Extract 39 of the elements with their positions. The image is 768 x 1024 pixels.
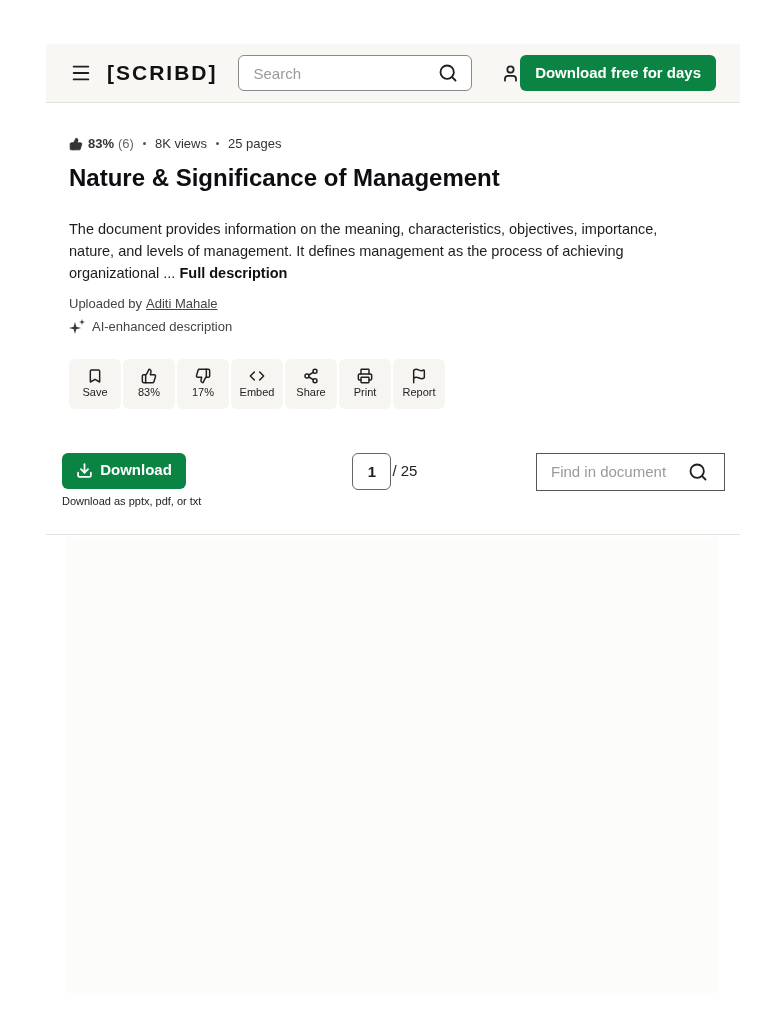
- share-icon: [303, 368, 319, 384]
- thumbs-up-icon: [69, 136, 83, 151]
- full-description-link[interactable]: Full description: [179, 261, 288, 284]
- sparkle-icon: [69, 318, 85, 335]
- thumbs-up-icon: [141, 368, 157, 384]
- action-button[interactable]: 83%: [123, 358, 175, 409]
- uploaded-by-label: Uploaded by: [69, 294, 142, 313]
- download-icon: [76, 462, 94, 479]
- page-total: / 25: [392, 460, 418, 481]
- views-count: 8K views: [154, 135, 207, 153]
- action-button[interactable]: Report: [393, 358, 445, 409]
- action-button[interactable]: Print: [339, 358, 391, 409]
- rating-count: (6): [118, 135, 134, 153]
- action-button[interactable]: 17%: [177, 358, 229, 409]
- flag-icon: [411, 368, 427, 384]
- bullet-icon: [215, 142, 219, 146]
- bullet-icon: [142, 142, 146, 146]
- uploader-link[interactable]: Aditi Mahale: [146, 293, 218, 313]
- description-text: The document provides information on the meaning, characteristics, objectives, importance, nature, and levels of management. It defines management as the process of achieving organizational ... Full description: [69, 217, 694, 284]
- download-formats-note: Download as pptx, pdf, or txt: [62, 493, 202, 509]
- ai-enhanced-note: AI-enhanced description: [92, 318, 233, 336]
- find-in-document-field[interactable]: Find in document: [536, 452, 725, 491]
- printer-icon: [357, 368, 373, 384]
- logo[interactable]: [SCRIBD]: [107, 57, 218, 89]
- code-brackets-icon: [249, 368, 265, 384]
- rating-percent: 83%: [88, 135, 115, 153]
- page-number-input[interactable]: 1: [352, 452, 392, 490]
- page-count: 25 pages: [227, 135, 282, 153]
- action-button[interactable]: Share: [285, 358, 337, 409]
- download-free-button[interactable]: Download free for days: [520, 55, 716, 91]
- search-field[interactable]: Search: [237, 55, 472, 91]
- search-icon[interactable]: [688, 461, 708, 482]
- search-icon[interactable]: [437, 63, 458, 83]
- thumbs-down-icon: [195, 368, 211, 384]
- download-button[interactable]: Download: [62, 452, 186, 489]
- action-button[interactable]: Save: [69, 358, 121, 409]
- action-button[interactable]: Embed: [231, 358, 283, 409]
- document-title: Nature & Significance of Management: [69, 162, 501, 193]
- bookmark-icon: [87, 368, 103, 384]
